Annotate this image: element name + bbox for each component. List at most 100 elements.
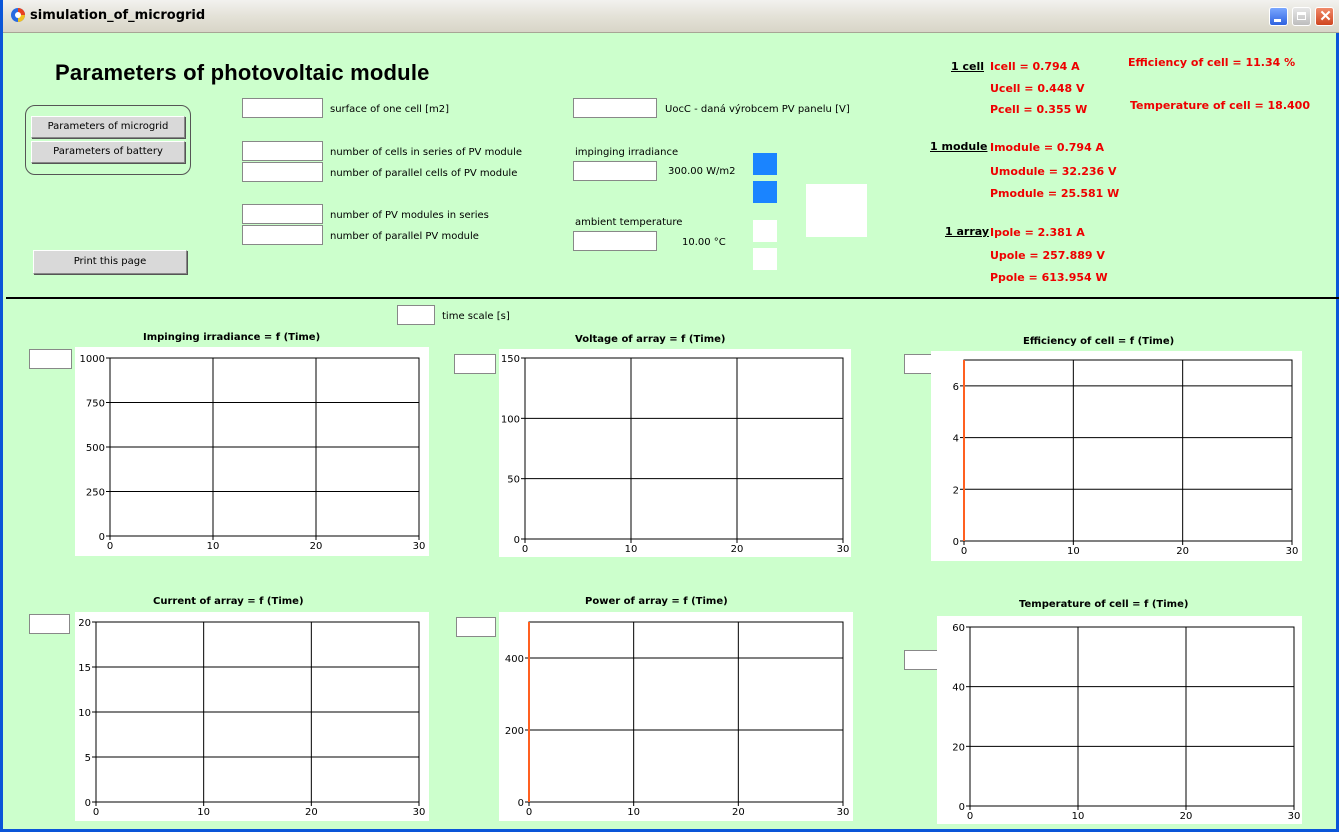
- y-tick-label: 0: [85, 798, 91, 809]
- efficiency-of-cell-value: Efficiency of cell = 11.34 %: [1128, 56, 1296, 69]
- x-tick-label: 0: [107, 541, 113, 552]
- modules-in-series-label: number of PV modules in series: [330, 210, 489, 221]
- x-tick-label: 0: [961, 546, 967, 557]
- plot-area-frame: [963, 359, 1293, 542]
- time-scale-input[interactable]: [397, 305, 435, 325]
- minimize-button[interactable]: [1269, 7, 1288, 26]
- maximize-button[interactable]: [1292, 7, 1311, 26]
- y-tick-label: 0: [518, 798, 524, 809]
- close-icon: ✕: [1319, 8, 1332, 25]
- efficiency-chart: 0 10 20 30 0 2 4 6: [931, 351, 1302, 561]
- chart-title-temperature: Temperature of cell = f (Time): [1019, 599, 1189, 610]
- y-tick-label: 150: [501, 354, 520, 365]
- irradiance-indicator-2: [753, 181, 777, 203]
- irradiance-indicator-1: [753, 153, 777, 175]
- x-tick-label: 30: [1286, 546, 1299, 557]
- parameters-of-microgrid-button[interactable]: Parameters of microgrid: [31, 116, 185, 138]
- x-tick-label: 30: [837, 544, 850, 555]
- y-tick-label: 5: [85, 753, 91, 764]
- title-bar[interactable]: simulation_of_microgrid ✕: [3, 0, 1339, 33]
- power-chart-input[interactable]: [456, 617, 496, 637]
- plot-area-frame: [528, 621, 844, 803]
- ppole-value: Ppole = 613.954 W: [990, 271, 1108, 284]
- y-tick-label: 100: [501, 414, 520, 425]
- icell-value: Icell = 0.794 A: [990, 60, 1080, 73]
- y-tick-label: 20: [952, 742, 965, 753]
- chart-title-irradiance: Impinging irradiance = f (Time): [143, 332, 321, 343]
- parallel-cells-input[interactable]: [242, 162, 323, 182]
- x-tick-label: 10: [625, 544, 638, 555]
- x-tick-label: 30: [837, 807, 850, 818]
- x-tick-label: 10: [1067, 546, 1080, 557]
- app-window: simulation_of_microgrid ✕ Parameters of …: [0, 0, 1339, 832]
- x-tick-label: 20: [310, 541, 323, 552]
- surface-of-cell-input[interactable]: [242, 98, 323, 118]
- x-tick-label: 30: [413, 541, 426, 552]
- imodule-value: Imodule = 0.794 A: [990, 141, 1105, 154]
- ipole-value: Ipole = 2.381 A: [990, 226, 1085, 239]
- parallel-modules-label: number of parallel PV module: [330, 231, 479, 242]
- temperature-indicator-2: [753, 248, 777, 270]
- y-tick-label: 750: [86, 399, 105, 410]
- pmodule-value: Pmodule = 25.581 W: [990, 187, 1120, 200]
- y-tick-label: 0: [959, 802, 965, 813]
- ambient-temperature-input[interactable]: [573, 231, 657, 251]
- voltage-chart: 0 10 20 30 0 50 100 150: [499, 349, 851, 557]
- ambient-temperature-value: 10.00 °C: [682, 237, 726, 248]
- y-tick-label: 50: [507, 475, 520, 486]
- y-tick-label: 15: [78, 663, 91, 674]
- voltage-chart-input[interactable]: [454, 354, 496, 374]
- x-tick-label: 10: [627, 807, 640, 818]
- irradiance-chart-input[interactable]: [29, 349, 72, 369]
- power-chart: 0 10 20 30 0 200 400: [499, 612, 853, 821]
- current-chart-input[interactable]: [29, 614, 70, 634]
- irradiance-chart: 0 10 20 30 0 250 500 750 1000: [75, 347, 429, 556]
- app-icon: [11, 8, 25, 22]
- print-page-button[interactable]: Print this page: [33, 250, 187, 274]
- time-scale-label: time scale [s]: [442, 311, 510, 322]
- uocc-input[interactable]: [573, 98, 657, 118]
- parallel-cells-label: number of parallel cells of PV module: [330, 168, 518, 179]
- window-title: simulation_of_microgrid: [30, 8, 206, 23]
- maximize-icon: [1297, 12, 1306, 20]
- x-tick-label: 10: [1072, 811, 1085, 822]
- irradiance-input[interactable]: [573, 161, 657, 181]
- x-tick-label: 20: [1180, 811, 1193, 822]
- y-tick-label: 60: [952, 623, 965, 634]
- irradiance-label: impinging irradiance: [575, 147, 679, 158]
- irradiance-value: 300.00 W/m2: [668, 166, 736, 177]
- parallel-modules-input[interactable]: [242, 225, 323, 245]
- x-tick-label: 10: [197, 807, 210, 818]
- modules-in-series-input[interactable]: [242, 204, 323, 224]
- y-tick-label: 0: [514, 535, 520, 546]
- y-tick-label: 20: [78, 618, 91, 629]
- y-tick-label: 0: [953, 537, 959, 548]
- plot-area-frame: [524, 357, 844, 540]
- section-divider: [6, 297, 1339, 299]
- cell-results-heading: 1 cell: [951, 60, 985, 73]
- plot-area-frame: [969, 626, 1295, 807]
- current-chart: 0 10 20 30 0 5 10 15 20: [75, 612, 429, 821]
- pv-panel-image: [806, 184, 867, 237]
- array-results-heading: 1 array: [945, 225, 990, 238]
- surface-of-cell-label: surface of one cell [m2]: [330, 104, 450, 115]
- close-button[interactable]: ✕: [1315, 7, 1334, 26]
- y-tick-label: 2: [953, 485, 959, 496]
- x-tick-label: 0: [967, 811, 973, 822]
- cells-in-series-label: number of cells in series of PV module: [330, 147, 523, 158]
- minimize-icon: [1274, 19, 1281, 22]
- x-tick-label: 0: [93, 807, 99, 818]
- x-tick-label: 0: [526, 807, 532, 818]
- page-title: Parameters of photovoltaic module: [55, 60, 430, 85]
- x-tick-label: 20: [732, 807, 745, 818]
- parameters-of-battery-button[interactable]: Parameters of battery: [31, 141, 185, 163]
- x-tick-label: 30: [413, 807, 426, 818]
- temperature-indicator-1: [753, 220, 777, 242]
- x-tick-label: 0: [522, 544, 528, 555]
- chart-title-voltage: Voltage of array = f (Time): [575, 334, 726, 345]
- y-tick-label: 40: [952, 683, 965, 694]
- chart-title-power: Power of array = f (Time): [585, 596, 728, 607]
- y-tick-label: 200: [505, 726, 524, 737]
- cells-in-series-input[interactable]: [242, 141, 323, 161]
- x-tick-label: 30: [1288, 811, 1301, 822]
